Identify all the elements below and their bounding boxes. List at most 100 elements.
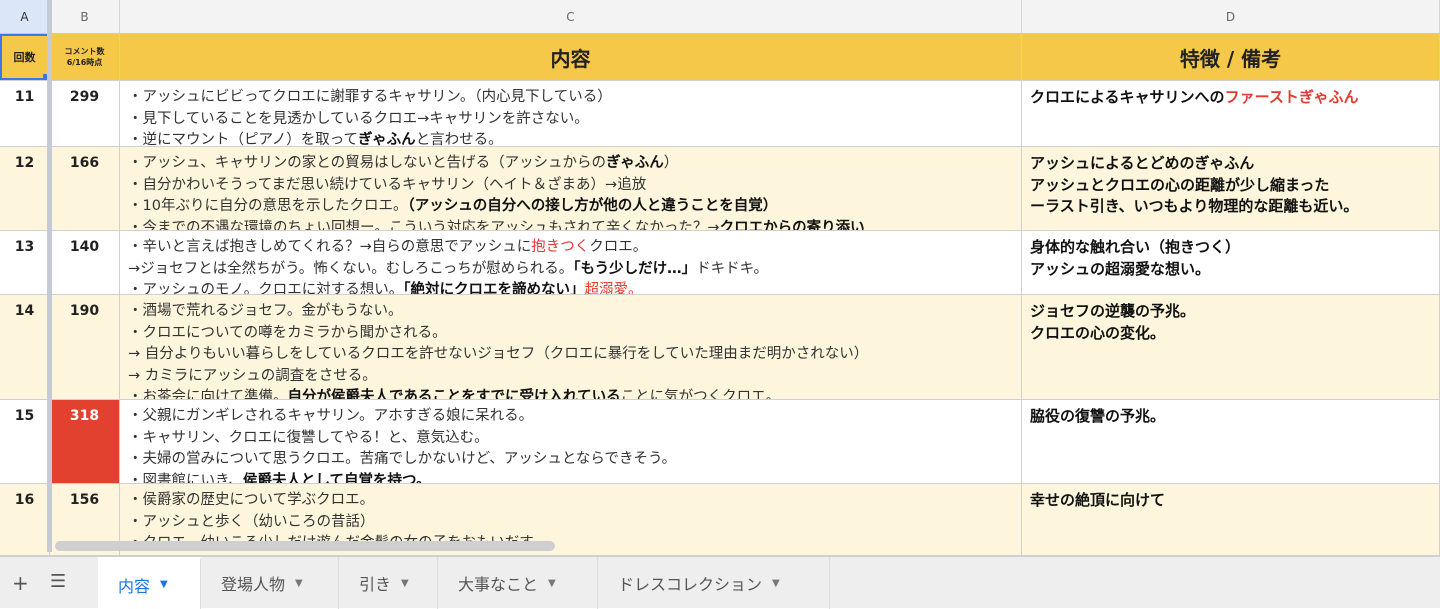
content-line: ・今までの不遇な環境のちょい回想ー。こういう対応をアッシュもされて辛くなかった？… <box>128 218 1021 231</box>
horizontal-scrollbar[interactable] <box>55 541 555 551</box>
text-run: 身体的な触れ合い（抱きつく） <box>1030 238 1241 256</box>
text-run: ・アッシュにビビってクロエに謝罪するキャサリン。（内心見下している） <box>128 89 612 105</box>
text-run: 超溺愛。 <box>584 282 643 294</box>
notes-line: アッシュによるとどめのぎゃふん <box>1030 153 1439 175</box>
content-line: → カミラにアッシュの調査をさせる。 <box>128 366 1021 388</box>
content-line: ・クロエについての噂をカミラから聞かされる。 <box>128 323 1021 345</box>
notes-cell[interactable]: アッシュによるとどめのぎゃふん アッシュとクロエの心の距離が少し縮まったーラスト引… <box>1022 147 1440 230</box>
episode-number-cell[interactable]: 15 <box>0 400 50 483</box>
text-run: ・自分かわいそうってまだ思い続けているキャサリン（ヘイト＆ざまあ）→追放 <box>128 176 647 193</box>
text-run: クロエによるキャサリンへの <box>1030 88 1225 106</box>
content-cell[interactable]: ・辛いと言えば抱きしめてくれる？→自らの意思でアッシュに抱きつくクロエ。 →ジョセ… <box>120 231 1022 294</box>
header-cell-content[interactable]: 内容 <box>120 34 1022 80</box>
text-run: ・今までの不遇な環境のちょい回想ー。こういう対応をアッシュもされて辛くなかった？… <box>128 219 720 231</box>
text-run: ・アッシュと歩く（幼いころの昔話） <box>128 513 375 530</box>
content-line: ・辛いと言えば抱きしめてくれる？→自らの意思でアッシュに抱きつくクロエ。 <box>128 237 1021 259</box>
table-row: 12 166 ・アッシュ、キャサリンの家との貿易はしないと告げる（アッシュからのぎゃ… <box>0 147 1440 231</box>
notes-line: 幸せの絶頂に向けて <box>1030 490 1439 512</box>
sheet-tab-label: 大事なこと <box>458 575 539 594</box>
comment-count-cell[interactable]: 140 <box>50 231 120 294</box>
content-line: ・侯爵家の歴史について学ぶクロエ。 <box>128 490 1021 512</box>
caret-down-icon[interactable]: ▼ <box>160 579 168 590</box>
text-run: 「もう少しだけ…」 <box>573 260 697 277</box>
episode-number-cell[interactable]: 14 <box>0 295 50 399</box>
sheet-tab-4[interactable]: 大事なこと ▼ <box>438 557 598 609</box>
text-run: →ジョセフとは全然ちがう。怖くない。むしろこっちが慰められる。 <box>128 260 574 277</box>
frozen-column-divider[interactable] <box>47 0 52 552</box>
comment-count-cell[interactable]: 190 <box>50 295 120 399</box>
notes-line: アッシュとクロエの心の距離が少し縮まった <box>1030 175 1439 197</box>
text-run: ・キャサリン、クロエに復讐してやる！と、意気込む。 <box>128 429 489 446</box>
content-line: ・アッシュのモノ。クロエに対する想い。「絶対にクロエを諦めない」超溺愛。 <box>128 280 1021 294</box>
caret-down-icon[interactable]: ▼ <box>295 578 303 589</box>
text-run: 「絶対にクロエを諦めない」 <box>403 282 585 294</box>
content-cell[interactable]: ・父親にガンギレされるキャサリン。アホすぎる娘に呆れる。 ・キャサリン、クロエに復… <box>120 400 1022 483</box>
sheet-tab-5[interactable]: ドレスコレクション ▼ <box>598 557 830 609</box>
content-line: ・キャサリン、クロエに復讐してやる！と、意気込む。 <box>128 428 1021 450</box>
text-run: クロエの心の変化。 <box>1030 323 1166 342</box>
column-header-c[interactable]: C <box>120 0 1022 34</box>
caret-down-icon[interactable]: ▼ <box>772 578 780 589</box>
sheet-tab-label: 登場人物 <box>221 575 286 594</box>
text-run: アッシュとクロエの心の距離が少し縮まった <box>1030 175 1330 194</box>
content-line: ・酒場で荒れるジョセフ。金がもうない。 <box>128 301 1021 323</box>
episode-number-cell[interactable]: 16 <box>0 484 50 555</box>
sheet-tab-label: ドレスコレクション <box>618 575 763 594</box>
comment-count-cell[interactable]: 318 <box>50 400 120 483</box>
sheet-tab-2[interactable]: 登場人物 ▼ <box>201 557 339 609</box>
header-cell-comments[interactable]: コメント数 6/16時点 <box>50 34 120 80</box>
text-run: （アッシュの自分への接し方が他の人と違うことを自覚） <box>407 198 778 214</box>
header-row: 回数 コメント数 6/16時点 内容 特徴 / 備考 <box>0 34 1440 81</box>
notes-cell[interactable]: ジョセフの逆襲の予兆。 クロエの心の変化。 <box>1022 295 1440 399</box>
notes-line: 脇役の復讐の予兆。 <box>1030 406 1439 428</box>
content-line: ・逆にマウント（ピアノ）を取ってぎゃふんと言わせる。 <box>128 130 1021 146</box>
notes-cell[interactable]: 身体的な触れ合い（抱きつく） アッシュの超溺愛な想い。 <box>1022 231 1440 294</box>
menu-icon[interactable]: ☰ <box>50 571 66 592</box>
text-run: クロエ。 <box>589 239 648 255</box>
text-run: ・逆にマウント（ピアノ）を取って <box>128 132 358 146</box>
content-cell[interactable]: ・酒場で荒れるジョセフ。金がもうない。 ・クロエについての噂をカミラから聞かされる… <box>120 295 1022 399</box>
notes-cell[interactable]: 脇役の復讐の予兆。 <box>1022 400 1440 483</box>
spreadsheet-grid: A B C D 回数 コメント数 6/16時点 内容 特徴 / 備考 11 299… <box>0 0 1440 556</box>
comment-count-cell[interactable]: 166 <box>50 147 120 230</box>
text-run: ・見下していることを見透かしているクロエ→キャサリンを許さない。 <box>128 110 589 127</box>
column-header-a[interactable]: A <box>0 0 50 34</box>
notes-line: アッシュの超溺愛な想い。 <box>1030 259 1439 281</box>
content-line: → 自分よりもいい暮らしをしているクロエを許せないジョセフ（クロエに暴行をしてい… <box>128 344 1021 366</box>
sheet-tab-label: 引き <box>359 575 392 594</box>
text-run: → カミラにアッシュの調査をさせる。 <box>128 367 377 384</box>
column-header-d[interactable]: D <box>1022 0 1440 34</box>
sheet-tab-3[interactable]: 引き ▼ <box>339 557 438 609</box>
header-cell-notes[interactable]: 特徴 / 備考 <box>1022 34 1440 80</box>
notes-line: ーラスト引き、いつもより物理的な距離も近い。 <box>1030 196 1439 218</box>
content-cell[interactable]: ・アッシュ、キャサリンの家との貿易はしないと告げる（アッシュからのぎゃふん） ・自… <box>120 147 1022 230</box>
episode-number-cell[interactable]: 11 <box>0 81 50 146</box>
sheet-tab-1[interactable]: 内容 ▼ <box>98 557 201 609</box>
content-line: ・父親にガンギレされるキャサリン。アホすぎる娘に呆れる。 <box>128 406 1021 428</box>
text-run: ことに気がつくクロエ。 <box>620 389 781 399</box>
notes-cell[interactable]: 幸せの絶頂に向けて <box>1022 484 1440 555</box>
caret-down-icon[interactable]: ▼ <box>548 578 556 589</box>
caret-down-icon[interactable]: ▼ <box>401 578 409 589</box>
content-line: →ジョセフとは全然ちがう。怖くない。むしろこっちが慰められる。「もう少しだけ…」… <box>128 259 1021 281</box>
content-line: ・アッシュと歩く（幼いころの昔話） <box>128 512 1021 534</box>
notes-cell[interactable]: クロエによるキャサリンへのファーストぎゃふん <box>1022 81 1440 146</box>
text-run: 自分が侯爵夫人であることをすでに受け入れている <box>287 389 621 399</box>
text-run: と言わせる。 <box>415 132 503 146</box>
text-run: ーラスト引き、いつもより物理的な距離も近い。 <box>1030 197 1359 215</box>
comment-count-cell[interactable]: 299 <box>50 81 120 146</box>
text-run: ・夫婦の営みについて思うクロエ。苦痛でしかないけど、アッシュとならできそう。 <box>128 451 677 467</box>
text-run: ・クロエについての噂をカミラから聞かされる。 <box>128 324 447 341</box>
content-line: ・お茶会に向けて準備。自分が侯爵夫人であることをすでに受け入れていることに気がつ… <box>128 387 1021 399</box>
episode-number-cell[interactable]: 13 <box>0 231 50 294</box>
text-run: ぎゃふん <box>606 155 664 171</box>
text-run: ・アッシュのモノ。クロエに対する想い。 <box>128 282 404 294</box>
notes-line: 身体的な触れ合い（抱きつく） <box>1030 237 1439 259</box>
text-run: アッシュの超溺愛な想い。 <box>1030 259 1211 278</box>
episode-number-cell[interactable]: 12 <box>0 147 50 230</box>
content-cell[interactable]: ・アッシュにビビってクロエに謝罪するキャサリン。（内心見下している） ・見下してい… <box>120 81 1022 146</box>
content-line: ・夫婦の営みについて思うクロエ。苦痛でしかないけど、アッシュとならできそう。 <box>128 449 1021 471</box>
column-header-b[interactable]: B <box>50 0 120 34</box>
text-run: 幸せの絶頂に向けて <box>1030 491 1166 509</box>
plus-icon[interactable]: + <box>12 571 29 595</box>
